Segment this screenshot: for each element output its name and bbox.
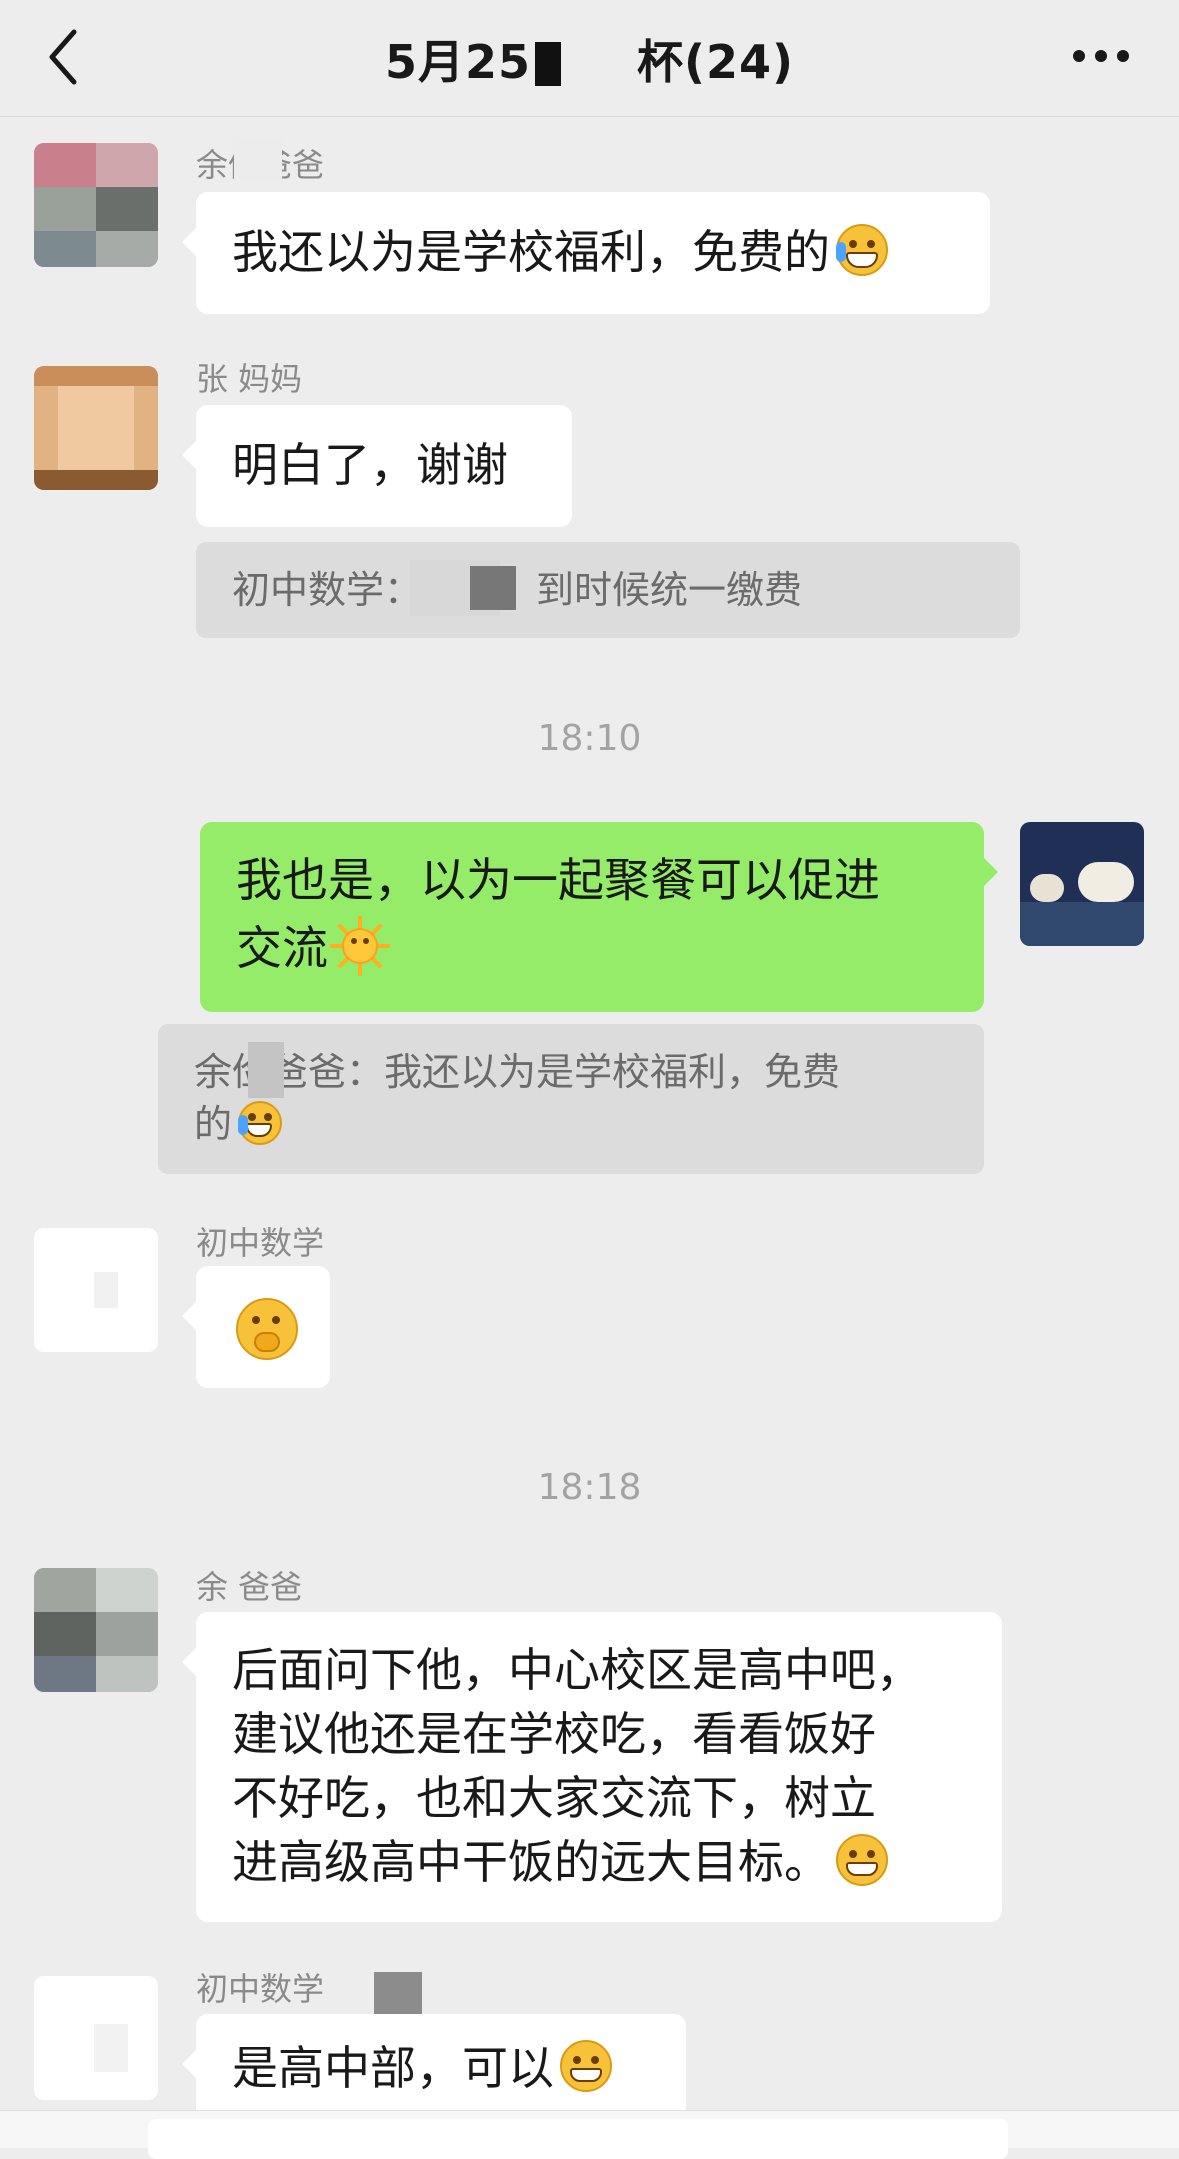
timestamp: 18:10 <box>537 718 642 759</box>
avatar[interactable] <box>34 1228 158 1352</box>
grin-emoji <box>834 1832 890 1888</box>
avatar[interactable] <box>34 366 158 490</box>
message-text: 交流 <box>236 921 328 975</box>
message-bubble[interactable]: 是高中部，可以 <box>182 2014 686 2122</box>
more-dots-icon[interactable] <box>1071 46 1131 66</box>
message-bubble-self[interactable]: 我也是，以为一起聚餐可以促进 交流 <box>200 822 998 1012</box>
avatar[interactable] <box>34 1976 158 2100</box>
quote-text: 余俭爸爸：我还以为是学校福利，免费 <box>194 1050 841 1094</box>
message-text: 明白了，谢谢 <box>232 438 508 492</box>
chat-title-prefix: 5月25 <box>384 35 531 89</box>
avatar[interactable] <box>34 143 158 267</box>
quote-text: 初中数学：不用，到时候统一缴费 <box>232 568 803 612</box>
message-input[interactable] <box>148 2119 1008 2159</box>
chat-title-suffix: 杯(24) <box>636 35 795 89</box>
message-text: 进高级高中干饭的远大目标。 <box>232 1835 830 1889</box>
message-bubble[interactable]: 后面问下他，中心校区是高中吧， 建议他还是在学校吃，看看饭好 不好吃，也和大家交… <box>182 1612 1002 1922</box>
timestamp: 18:18 <box>537 1467 642 1508</box>
message-text: 我还以为是学校福利，免费的 <box>232 225 830 279</box>
laugh-cry-emoji <box>236 1099 283 1145</box>
sender-name: 余 爸爸 <box>196 1568 303 1606</box>
sender-name: 初中数学 <box>196 1224 325 1262</box>
chat-header: 5月25 杯(24) <box>0 0 1179 117</box>
avatar-self[interactable] <box>1020 822 1144 946</box>
sun-emoji <box>330 916 390 976</box>
input-bar <box>0 2110 1179 2159</box>
message-text: 是高中部，可以 <box>232 2041 554 2095</box>
message-text: 我也是，以为一起聚餐可以促进 <box>236 853 880 907</box>
redaction-block <box>534 42 561 86</box>
message-text: 后面问下他，中心校区是高中吧， <box>232 1643 922 1697</box>
sender-name: 初中数学 <box>196 1970 325 2008</box>
sender-name: 张 妈妈 <box>196 360 303 398</box>
grin-emoji <box>558 2038 614 2094</box>
message-bubble[interactable]: 我还以为是学校福利，免费的 <box>182 192 990 314</box>
quote-text: 的 <box>194 1102 233 1146</box>
quoted-message[interactable]: 初中数学：不用，到时候统一缴费 <box>196 542 1020 638</box>
thinking-emoji <box>234 1296 300 1362</box>
message-bubble[interactable]: 明白了，谢谢 <box>182 405 572 527</box>
message-text: 建议他还是在学校吃，看看饭好 <box>232 1707 876 1761</box>
avatar[interactable] <box>34 1568 158 1692</box>
chat-title: 5月25 杯(24) <box>0 26 1179 92</box>
message-bubble[interactable] <box>182 1266 330 1388</box>
laugh-cry-emoji <box>834 222 890 278</box>
message-text: 不好吃，也和大家交流下，树立 <box>232 1771 876 1825</box>
